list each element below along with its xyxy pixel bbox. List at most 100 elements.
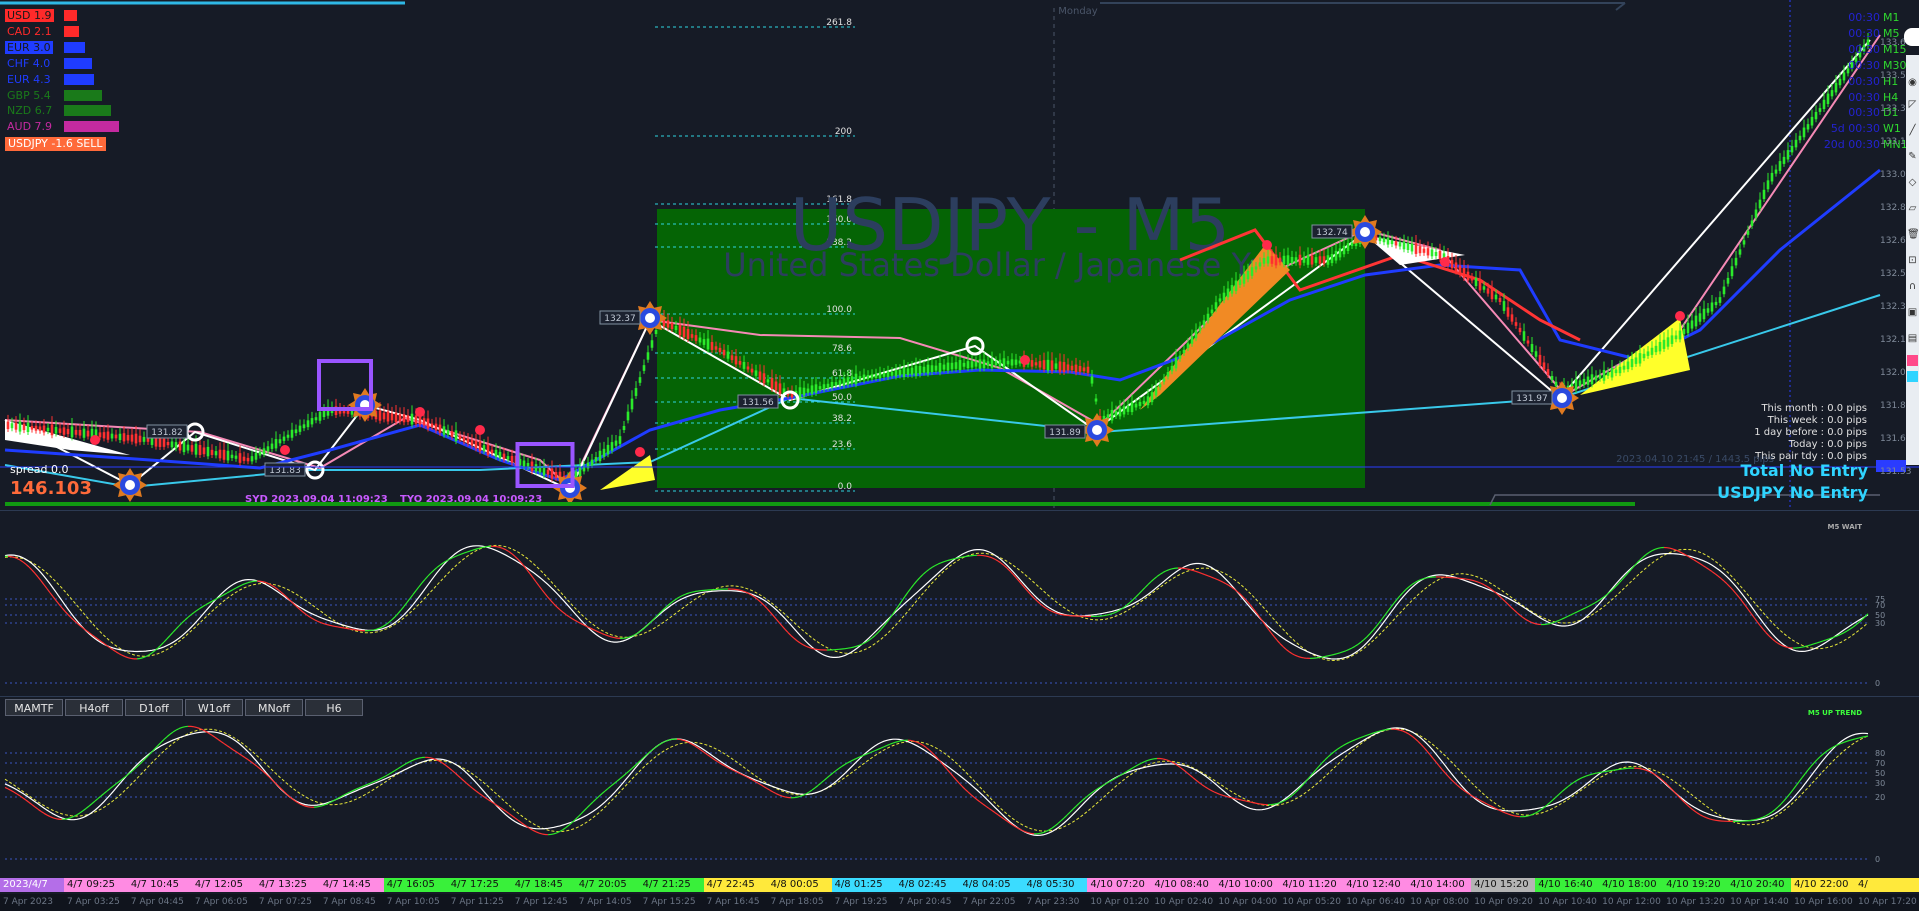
oscillator-fast-line xyxy=(1021,829,1026,833)
oscillator-fast-line xyxy=(1075,803,1080,807)
oscillator-fast-line xyxy=(1378,729,1383,732)
mtf-toggle-button[interactable]: MAMTF xyxy=(5,699,63,716)
oscillator-fast-line xyxy=(442,762,447,767)
mtf-toggle-button[interactable]: D1off xyxy=(125,699,183,716)
oscillator-fast-line xyxy=(961,556,966,558)
clipboard-icon[interactable]: ▤ xyxy=(1907,333,1918,344)
mtf-toggle-button[interactable]: W1off xyxy=(185,699,243,716)
oscillator-fast-line xyxy=(1468,579,1473,581)
candle-body xyxy=(878,372,882,379)
oscillator-fast-line xyxy=(793,637,798,642)
main-chart-panel[interactable]: 261.8 200 161.8 150.0 138.2 100.0 78.6 61.8 50.0… xyxy=(0,0,1919,508)
oscillator-fast-line xyxy=(445,765,450,769)
oscillator-1-canvas[interactable]: M5 WAIT 757050300 xyxy=(0,511,1919,695)
oscillator-fast-line xyxy=(1798,646,1803,649)
toolbar-toggle-icon[interactable] xyxy=(1904,28,1919,46)
oscillator-panel-2[interactable]: M5 UP TREND 80 70 50 30 20 0 xyxy=(0,696,1919,865)
candle-body xyxy=(390,413,394,421)
trash-icon[interactable]: 🗑 xyxy=(1907,229,1919,240)
oscillator-fast-line xyxy=(799,642,804,646)
eye-icon[interactable]: ◉ xyxy=(1907,77,1918,88)
oscillator-fast-line xyxy=(1195,779,1200,783)
pencil-icon[interactable]: ✎ xyxy=(1907,151,1918,162)
oscillator-fast-line xyxy=(1147,581,1152,586)
price-chart-canvas[interactable]: 261.8200161.8150.0138.2100.078.661.850.0… xyxy=(0,0,1919,508)
candle-body xyxy=(1094,398,1098,402)
oscillator-fast-line xyxy=(1003,564,1008,569)
oscillator-fast-line xyxy=(1342,650,1347,653)
oscillator-fast-line xyxy=(1057,820,1062,824)
eraser-icon[interactable]: ▱ xyxy=(1907,203,1918,214)
candle-body xyxy=(1050,360,1054,371)
oscillator-fast-line xyxy=(565,614,570,618)
oscillator-fast-line xyxy=(811,787,816,791)
candle-body xyxy=(766,379,770,383)
oscillator-fast-line xyxy=(598,793,603,797)
oscillator-fast-line xyxy=(1201,784,1206,788)
candle-body xyxy=(838,380,842,386)
oscillator-fast-line xyxy=(271,779,276,784)
currency-strength-label: CHF 4.0 xyxy=(7,56,51,70)
mtf-toggle-button[interactable]: H6 xyxy=(305,699,363,716)
oscillator-fast-line xyxy=(1216,792,1221,795)
candle-body xyxy=(806,388,810,393)
oscillator-fast-line xyxy=(784,628,789,633)
time-axis-label: 7 Apr 19:25 xyxy=(834,897,888,907)
oscillator-panel-1[interactable]: M5 WAIT 75 70 50 30 0 xyxy=(0,510,1919,695)
oscillator-fast-line xyxy=(1354,643,1359,647)
cursor-icon[interactable]: ◸ xyxy=(1907,99,1918,110)
oscillator-fast-line xyxy=(577,813,582,818)
magnet-icon[interactable]: ∩ xyxy=(1907,281,1918,292)
oscillator-fast-line xyxy=(1693,559,1698,563)
oscillator-2-canvas[interactable]: M5 UP TREND 80705030 20 0 xyxy=(0,697,1919,865)
line-tool-icon[interactable]: ╱ xyxy=(1907,125,1918,136)
candle-body xyxy=(742,361,746,369)
candle-body xyxy=(494,449,498,457)
oscillator-fast-line xyxy=(1222,794,1227,797)
camera-icon[interactable]: ▣ xyxy=(1907,307,1918,318)
oscillator-fast-line xyxy=(1204,574,1209,577)
oscillator-fast-line xyxy=(1396,728,1401,731)
oscillator-fast-line xyxy=(241,755,246,759)
oscillator-fast-line xyxy=(1744,604,1749,610)
candle-body xyxy=(594,457,598,462)
oscillator-fast-line xyxy=(28,801,33,806)
oscillator-fast-line xyxy=(124,656,129,659)
oscillator-fast-line xyxy=(1168,760,1173,763)
mtf-toggle-button[interactable]: MNoff xyxy=(245,699,303,716)
candle-body xyxy=(1626,361,1630,370)
oscillator-fast-line xyxy=(1279,643,1284,648)
oscillator-fast-line xyxy=(1210,789,1215,793)
oscillator-fast-line xyxy=(415,757,420,760)
oscillator-fast-line xyxy=(1207,575,1212,578)
mtf-toggle-button[interactable]: H4off xyxy=(65,699,123,716)
color-cyan-icon[interactable] xyxy=(1907,371,1918,382)
lock-icon[interactable]: ⊡ xyxy=(1907,255,1918,266)
candle-body xyxy=(694,335,698,341)
oscillator-fast-line xyxy=(193,726,198,729)
oscillator-fast-line xyxy=(1786,646,1791,649)
candle-body xyxy=(546,469,550,475)
oscillator-fast-line xyxy=(1387,606,1392,612)
color-pink-icon[interactable] xyxy=(1907,355,1918,366)
oscillator-fast-line xyxy=(235,585,240,589)
oscillator-fast-line xyxy=(1249,801,1254,804)
candle-body xyxy=(954,362,958,369)
oscillator-fast-line xyxy=(22,561,27,565)
oscillator-fast-line xyxy=(511,553,516,557)
shapes-icon[interactable]: ◇ xyxy=(1907,177,1918,188)
oscillator-fast-line xyxy=(199,605,204,609)
oscillator-fast-line xyxy=(310,617,315,621)
candle-body xyxy=(1126,405,1130,412)
oscillator-fast-line xyxy=(418,582,423,588)
oscillator-fast-line xyxy=(232,587,237,591)
oscillator-fast-line xyxy=(928,566,933,570)
candle-body xyxy=(1170,365,1174,372)
oscillator-fast-line xyxy=(211,734,216,738)
candle-body xyxy=(462,437,466,442)
candle-body xyxy=(394,412,398,422)
oscillator-fast-line xyxy=(313,618,318,622)
oscillator-fast-line xyxy=(1588,603,1593,607)
candle-body xyxy=(1346,243,1350,252)
oscillator-fast-line xyxy=(157,644,162,649)
